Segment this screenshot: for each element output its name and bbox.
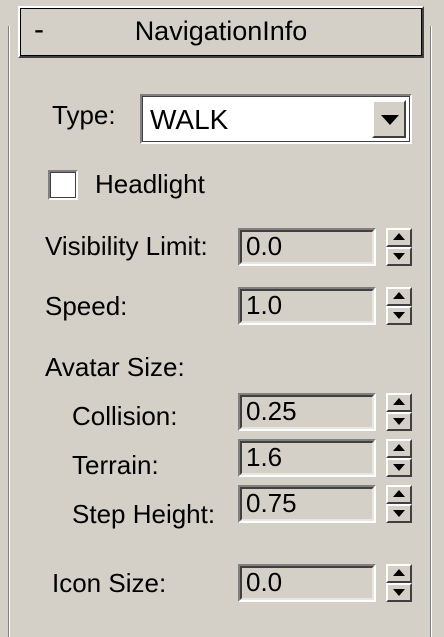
arrow-up-icon[interactable]	[386, 393, 412, 412]
step-height-value: 0.75	[246, 488, 297, 518]
step-height-spinner[interactable]	[386, 485, 412, 523]
collision-field[interactable]: 0.25	[238, 393, 376, 431]
icon-size-field[interactable]: 0.0	[238, 564, 376, 602]
arrow-up-icon[interactable]	[386, 287, 412, 306]
arrow-up-icon[interactable]	[386, 564, 412, 583]
terrain-value: 1.6	[246, 442, 283, 472]
visibility-limit-label: Visibility Limit:	[45, 231, 208, 261]
arrow-up-icon[interactable]	[386, 228, 412, 247]
chevron-down-icon[interactable]	[372, 100, 406, 138]
terrain-label: Terrain:	[72, 450, 159, 480]
icon-size-value: 0.0	[246, 567, 283, 597]
type-dropdown-value: WALK	[150, 104, 229, 135]
icon-size-label: Icon Size:	[52, 568, 167, 598]
speed-field[interactable]: 1.0	[238, 287, 376, 325]
visibility-limit-value: 0.0	[246, 231, 283, 261]
collision-label: Collision:	[72, 401, 178, 431]
headlight-label: Headlight	[95, 169, 205, 199]
rollout-frame-left	[8, 26, 10, 637]
visibility-limit-field[interactable]: 0.0	[238, 228, 376, 266]
rollout-header[interactable]: - NavigationInfo	[18, 6, 424, 58]
headlight-checkbox[interactable]	[48, 170, 78, 200]
avatar-size-label: Avatar Size:	[45, 352, 185, 382]
arrow-up-icon[interactable]	[386, 485, 412, 504]
speed-spinner[interactable]	[386, 287, 412, 325]
type-label: Type:	[52, 100, 116, 130]
arrow-down-icon[interactable]	[386, 412, 412, 431]
terrain-field[interactable]: 1.6	[238, 439, 376, 477]
arrow-down-icon[interactable]	[386, 306, 412, 325]
speed-label: Speed:	[45, 291, 128, 321]
terrain-spinner[interactable]	[386, 439, 412, 477]
arrow-up-icon[interactable]	[386, 439, 412, 458]
collision-value: 0.25	[246, 396, 297, 426]
rollout-title: NavigationInfo	[134, 16, 308, 46]
collision-spinner[interactable]	[386, 393, 412, 431]
arrow-down-icon[interactable]	[386, 247, 412, 266]
step-height-field[interactable]: 0.75	[238, 485, 376, 523]
arrow-down-icon[interactable]	[386, 458, 412, 477]
arrow-down-icon[interactable]	[386, 504, 412, 523]
visibility-limit-spinner[interactable]	[386, 228, 412, 266]
arrow-down-icon[interactable]	[386, 583, 412, 602]
icon-size-spinner[interactable]	[386, 564, 412, 602]
type-dropdown[interactable]: WALK	[140, 94, 412, 144]
step-height-label: Step Height:	[72, 499, 216, 529]
rollout-frame-right	[430, 26, 432, 637]
speed-value: 1.0	[246, 290, 283, 320]
